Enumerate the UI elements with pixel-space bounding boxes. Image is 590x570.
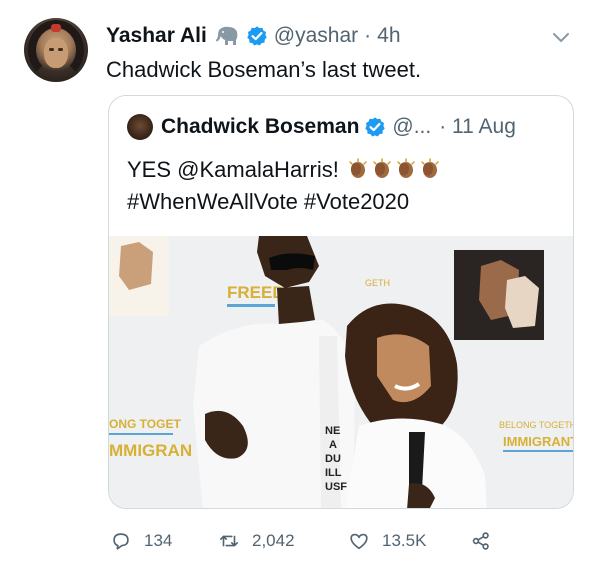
sign-together-text: GETH	[365, 278, 390, 288]
reply-count: 134	[144, 531, 173, 550]
tweet-text: Chadwick Boseman’s last tweet.	[106, 57, 422, 82]
sign-immigrants-right-text: IMMIGRANTS!	[503, 434, 574, 449]
sign-freedom-text: FREED	[227, 283, 285, 302]
tweet-actions: 134 2,042 13.5K	[110, 526, 580, 556]
quoted-timestamp[interactable]: · 11 Aug	[439, 115, 516, 139]
verified-icon	[365, 117, 386, 137]
quoted-tweet[interactable]: Chadwick Boseman @... · 11 Aug YES @Kama…	[108, 95, 574, 509]
sign-belong-right-text: BELONG TOGETHER	[499, 420, 574, 430]
clapping-hands-icon	[349, 158, 367, 178]
retweet-count: 2,042	[252, 531, 295, 550]
share-icon	[472, 532, 489, 550]
clapping-hands-icon	[373, 158, 391, 178]
quoted-tweet-text: YES @KamalaHarris! #WhenWeAllVote #Vote2…	[127, 154, 441, 218]
tweet-header: Yashar Ali @yashar · 4h	[106, 22, 401, 50]
svg-text:USF: USF	[325, 481, 347, 493]
author-handle[interactable]: @yashar	[274, 24, 358, 48]
retweet-icon	[219, 535, 239, 547]
tweet-timestamp[interactable]: 4h	[377, 24, 400, 48]
svg-text:DU: DU	[325, 453, 341, 465]
chevron-down-icon[interactable]	[550, 26, 572, 48]
author-name[interactable]: Yashar Ali	[106, 24, 207, 48]
sign-immigrants-left-text: MMIGRAN	[109, 441, 192, 460]
svg-text:ILL: ILL	[325, 467, 342, 479]
quoted-text-line2: #WhenWeAllVote #Vote2020	[127, 189, 410, 214]
sign-belong-left-text: ONG TOGET	[109, 417, 181, 431]
elephant-icon	[215, 26, 238, 45]
verified-icon	[247, 26, 267, 46]
like-count: 13.5K	[382, 531, 427, 550]
quoted-tweet-header: Chadwick Boseman @... · 11 Aug	[161, 112, 516, 142]
author-avatar[interactable]	[24, 18, 88, 82]
quoted-author-name[interactable]: Chadwick Boseman	[161, 115, 359, 139]
quoted-text-line1: YES @KamalaHarris!	[127, 157, 339, 182]
svg-text:A: A	[329, 439, 337, 451]
separator-dot: ·	[364, 24, 372, 47]
reply-icon	[113, 533, 129, 550]
quoted-author-handle[interactable]: @...	[392, 115, 431, 139]
clapping-hands-icon	[421, 158, 439, 178]
photo-illustration: FREED GETH ONG TOGET MMIGRAN BELONG TOGE…	[109, 236, 574, 508]
share-button[interactable]	[470, 526, 492, 556]
reply-button[interactable]: 134	[110, 526, 172, 556]
retweet-button[interactable]: 2,042	[218, 526, 295, 556]
clapping-hands-icon	[397, 158, 415, 178]
tweet-card[interactable]: Yashar Ali @yashar · 4h Chadwick Boseman…	[0, 0, 590, 570]
heart-icon	[350, 533, 368, 550]
like-button[interactable]: 13.5K	[348, 526, 426, 556]
quoted-author-avatar[interactable]	[127, 114, 153, 140]
shirt-text: NE	[325, 425, 340, 437]
quoted-tweet-photo[interactable]: FREED GETH ONG TOGET MMIGRAN BELONG TOGE…	[109, 236, 574, 508]
